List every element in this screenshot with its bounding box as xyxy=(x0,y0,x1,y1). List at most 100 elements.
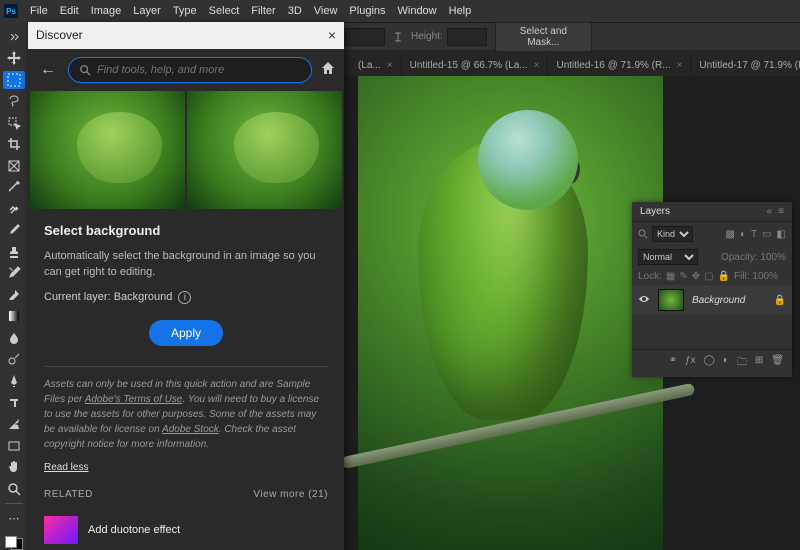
tool-rectangle[interactable] xyxy=(3,437,25,455)
mask-icon[interactable]: ◯ xyxy=(704,355,715,372)
terms-link[interactable]: Adobe's Terms of Use xyxy=(85,394,183,405)
doc-tab[interactable]: Untitled-15 @ 66.7% (La... × xyxy=(402,55,549,76)
group-icon[interactable]: 🗀 xyxy=(737,355,747,372)
search-icon xyxy=(79,64,91,76)
doc-tab-label: Untitled-17 @ 71.9% (R... xyxy=(699,60,800,71)
info-icon[interactable]: i xyxy=(178,291,191,304)
tool-stamp[interactable] xyxy=(3,243,25,261)
lock-trans-icon[interactable]: ▦ xyxy=(666,271,675,282)
related-item[interactable]: Add duotone effect xyxy=(44,510,328,550)
panel-collapse-icon[interactable]: « xyxy=(767,206,773,217)
tool-pen[interactable] xyxy=(3,372,25,390)
link-layers-icon[interactable]: ⚭ xyxy=(669,355,677,372)
tool-marquee[interactable] xyxy=(3,71,25,89)
tool-lasso[interactable] xyxy=(3,93,25,111)
doc-tab[interactable]: Untitled-16 @ 71.9% (R... × xyxy=(548,55,691,76)
adjustment-icon[interactable]: ◐ xyxy=(723,355,729,372)
menu-type[interactable]: Type xyxy=(173,5,197,17)
fill-label: Fill: xyxy=(734,271,750,282)
tool-blur[interactable] xyxy=(3,329,25,347)
opacity-value[interactable]: 100% xyxy=(760,252,786,263)
layer-kind-select[interactable]: Kind xyxy=(652,226,693,242)
menu-window[interactable]: Window xyxy=(398,5,437,17)
tool-move[interactable] xyxy=(3,50,25,68)
height-field: Height: xyxy=(411,28,487,46)
layer-thumb xyxy=(658,289,684,311)
lock-artboard-icon[interactable]: ▢ xyxy=(704,271,713,282)
tool-eyedropper[interactable] xyxy=(3,179,25,197)
tool-crop[interactable] xyxy=(3,136,25,154)
home-icon[interactable] xyxy=(320,60,336,79)
fine-print: Assets can only be used in this quick ac… xyxy=(44,377,328,452)
filter-smart-icon[interactable]: ◧ xyxy=(777,229,786,240)
tool-eraser[interactable] xyxy=(3,286,25,304)
color-swatches[interactable] xyxy=(5,536,23,550)
menu-layer[interactable]: Layer xyxy=(133,5,161,17)
new-layer-icon[interactable]: ⊞ xyxy=(755,355,763,372)
blend-mode-select[interactable]: Normal xyxy=(638,249,698,265)
tool-zoom[interactable] xyxy=(3,480,25,498)
search-input[interactable] xyxy=(97,64,301,76)
close-icon[interactable]: × xyxy=(387,60,393,71)
tool-quick-select[interactable] xyxy=(3,114,25,132)
tool-dodge[interactable] xyxy=(3,351,25,369)
layer-row[interactable]: Background 🔒 xyxy=(632,285,792,315)
menu-bar: Ps File Edit Image Layer Type Select Fil… xyxy=(0,0,800,22)
visibility-icon[interactable] xyxy=(638,293,650,308)
tool-frame[interactable] xyxy=(3,157,25,175)
tool-brush[interactable] xyxy=(3,222,25,240)
chevrons-icon[interactable] xyxy=(3,28,25,46)
lock-pixels-icon[interactable]: ✎ xyxy=(679,271,687,282)
select-and-mask-button[interactable]: Select and Mask... xyxy=(495,22,592,52)
tool-heal[interactable] xyxy=(3,200,25,218)
tool-gradient[interactable] xyxy=(3,308,25,326)
separator xyxy=(44,366,328,367)
filter-type-icon[interactable]: T xyxy=(751,229,757,240)
menu-plugins[interactable]: Plugins xyxy=(349,5,385,17)
menu-help[interactable]: Help xyxy=(449,5,472,17)
related-thumb xyxy=(44,516,78,544)
menu-filter[interactable]: Filter xyxy=(251,5,275,17)
read-less-link[interactable]: Read less xyxy=(44,462,328,473)
filter-adjust-icon[interactable]: ◐ xyxy=(740,229,746,240)
link-wh-icon[interactable] xyxy=(393,32,403,42)
fill-value[interactable]: 100% xyxy=(752,271,778,282)
height-input[interactable] xyxy=(447,28,487,46)
panel-menu-icon[interactable]: ≡ xyxy=(778,206,784,217)
lock-icon[interactable]: 🔒 xyxy=(774,295,786,306)
current-layer: Current layer: Background i xyxy=(44,291,328,304)
doc-tab-label: Untitled-15 @ 66.7% (La... xyxy=(410,60,528,71)
menu-3d[interactable]: 3D xyxy=(288,5,302,17)
stock-link[interactable]: Adobe Stock xyxy=(162,424,219,435)
tool-path[interactable] xyxy=(3,415,25,433)
trash-icon[interactable]: 🗑 xyxy=(771,355,784,372)
close-icon[interactable]: × xyxy=(534,60,540,71)
view-more-link[interactable]: View more (21) xyxy=(253,489,328,500)
close-icon[interactable]: × xyxy=(677,60,683,71)
search-field[interactable] xyxy=(68,57,312,83)
tool-strip: ⋯ xyxy=(0,22,28,550)
tool-type[interactable] xyxy=(3,394,25,412)
related-label: RELATED xyxy=(44,489,93,500)
filter-shape-icon[interactable]: ▭ xyxy=(762,229,771,240)
lock-pos-icon[interactable]: ✥ xyxy=(692,271,700,282)
width-input[interactable] xyxy=(345,28,385,46)
filter-pixel-icon[interactable]: ▩ xyxy=(725,229,734,240)
menu-view[interactable]: View xyxy=(314,5,338,17)
doc-tab[interactable]: Untitled-17 @ 71.9% (R...× xyxy=(691,55,800,76)
document-image[interactable] xyxy=(358,76,663,550)
apply-button[interactable]: Apply xyxy=(149,320,223,346)
menu-image[interactable]: Image xyxy=(91,5,122,17)
menu-file[interactable]: File xyxy=(30,5,48,17)
fx-icon[interactable]: ƒx xyxy=(685,355,696,372)
close-icon[interactable]: × xyxy=(328,27,336,43)
tool-hand[interactable] xyxy=(3,458,25,476)
doc-tab[interactable]: (La...× xyxy=(350,55,402,76)
tool-history-brush[interactable] xyxy=(3,265,25,283)
tool-edit-toolbar[interactable]: ⋯ xyxy=(3,510,25,528)
menu-select[interactable]: Select xyxy=(209,5,240,17)
lock-all-icon[interactable]: 🔒 xyxy=(718,271,730,282)
menu-edit[interactable]: Edit xyxy=(60,5,79,17)
doc-tab-label: Untitled-16 @ 71.9% (R... xyxy=(556,60,670,71)
back-icon[interactable]: ← xyxy=(36,59,60,81)
